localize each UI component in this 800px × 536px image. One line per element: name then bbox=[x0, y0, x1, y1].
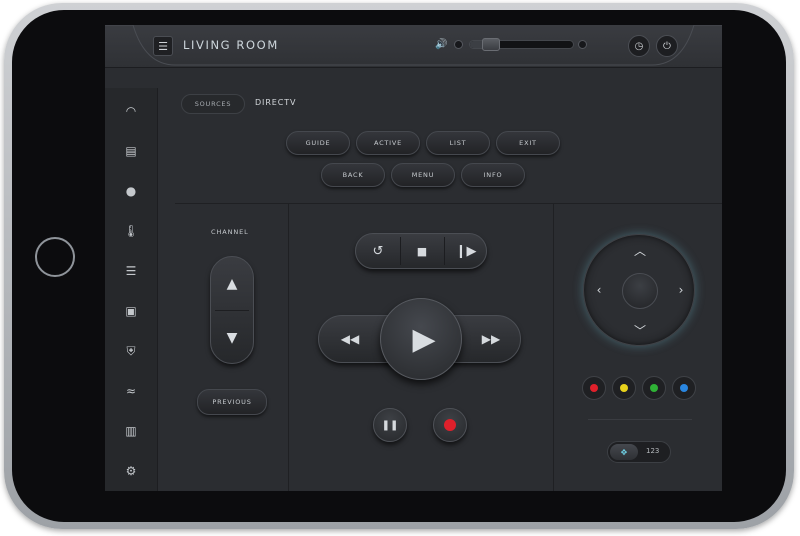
sidebar-item-media[interactable]: ▤ bbox=[105, 136, 157, 166]
chevron-up-icon: ︿ bbox=[633, 243, 646, 258]
app-screen: ☰ LIVING ROOM 🔊 ◷ ⏻ ◠ ▤ ● 🌡 ☰ ▣ ⛨ ≈ ▥ ⚙ SOURCES D… bbox=[105, 25, 722, 491]
replay-button[interactable]: ↺ bbox=[356, 234, 400, 268]
pause-button[interactable]: ❚❚ bbox=[373, 408, 407, 442]
stop-icon: ■ bbox=[416, 244, 428, 258]
media-icon: ▤ bbox=[125, 144, 137, 158]
info-button[interactable]: INFO bbox=[461, 163, 525, 187]
channel-down-button[interactable]: ▼ bbox=[211, 311, 253, 364]
security-shield-icon: ⛨ bbox=[126, 343, 136, 358]
page-title: LIVING ROOM bbox=[183, 38, 279, 52]
channel-up-button[interactable]: ▲ bbox=[211, 257, 253, 310]
chevron-right-icon: › bbox=[678, 283, 684, 297]
record-icon bbox=[444, 419, 456, 431]
dpad-left-button[interactable]: ‹ bbox=[592, 283, 606, 297]
skip-icon: ❙▶ bbox=[455, 243, 477, 259]
dpad-right-button[interactable]: › bbox=[674, 283, 688, 297]
sidebar-item-light-bulb[interactable]: ● bbox=[105, 176, 157, 206]
sources-button[interactable]: SOURCES bbox=[181, 94, 245, 114]
sidebar-item-garage[interactable]: ▣ bbox=[105, 296, 157, 326]
sidebar-item-security-shield[interactable]: ⛨ bbox=[105, 336, 157, 366]
dpad-up-button[interactable]: ︿ bbox=[633, 243, 647, 258]
red-button[interactable] bbox=[582, 376, 606, 400]
map-icon: ▥ bbox=[125, 424, 137, 438]
previous-channel-button[interactable]: PREVIOUS bbox=[197, 389, 267, 415]
keypad-mode-label: 123 bbox=[646, 447, 660, 455]
yellow-button[interactable] bbox=[612, 376, 636, 400]
directional-pad: ︿ ﹀ ‹ › bbox=[583, 234, 695, 346]
clock-icon: ◷ bbox=[634, 40, 644, 52]
green-dot-icon bbox=[650, 384, 658, 392]
header-bar: ☰ LIVING ROOM 🔊 ◷ ⏻ bbox=[105, 25, 722, 68]
stop-button[interactable]: ■ bbox=[400, 234, 444, 268]
dpad-mode-icon: ✥ bbox=[620, 447, 628, 457]
dpad-select-button[interactable] bbox=[622, 273, 658, 309]
fast-forward-icon: ▶▶ bbox=[481, 332, 501, 346]
chevron-down-icon: ﹀ bbox=[633, 323, 646, 338]
remote-content: SOURCES DIRECTV GUIDE ACTIVE LIST EXIT B… bbox=[175, 88, 722, 491]
keypad-toggle[interactable]: ✥ 123 bbox=[607, 441, 671, 463]
panel-divider bbox=[553, 204, 554, 491]
pool-icon: ≈ bbox=[125, 384, 137, 398]
sidebar-item-list[interactable]: ☰ bbox=[105, 256, 157, 286]
menu-button[interactable]: ☰ bbox=[153, 36, 173, 56]
volume-down-button[interactable] bbox=[454, 40, 463, 49]
tablet-home-button[interactable] bbox=[35, 237, 75, 277]
skip-forward-button[interactable]: ❙▶ bbox=[444, 234, 488, 268]
channel-rocker: ▲ ▼ bbox=[210, 256, 254, 364]
settings-gear-icon: ⚙ bbox=[125, 464, 137, 478]
guide-button[interactable]: GUIDE bbox=[286, 131, 350, 155]
exit-button[interactable]: EXIT bbox=[496, 131, 560, 155]
blue-dot-icon bbox=[680, 384, 688, 392]
garage-icon: ▣ bbox=[125, 304, 137, 318]
channel-label: CHANNEL bbox=[211, 228, 249, 236]
volume-handle[interactable] bbox=[481, 38, 500, 51]
record-button[interactable] bbox=[433, 408, 467, 442]
sidebar-item-map[interactable]: ▥ bbox=[105, 416, 157, 446]
green-button[interactable] bbox=[642, 376, 666, 400]
pause-icon: ❚❚ bbox=[381, 419, 399, 431]
red-dot-icon bbox=[590, 384, 598, 392]
menu-icon: ☰ bbox=[158, 39, 168, 53]
toggle-knob: ✥ bbox=[610, 444, 638, 460]
light-bulb-icon: ● bbox=[125, 184, 137, 198]
current-source-label: DIRECTV bbox=[255, 98, 297, 107]
sidebar-item-dashboard[interactable]: ◠ bbox=[105, 96, 157, 126]
panel-divider bbox=[588, 419, 692, 420]
playback-control-group: ↺ ■ ❙▶ bbox=[355, 233, 487, 269]
play-button[interactable]: ▶ bbox=[380, 298, 462, 380]
sidebar-item-pool[interactable]: ≈ bbox=[105, 376, 157, 406]
yellow-dot-icon bbox=[620, 384, 628, 392]
menu-nav-button[interactable]: MENU bbox=[391, 163, 455, 187]
list-button[interactable]: LIST bbox=[426, 131, 490, 155]
sidebar-item-thermometer[interactable]: 🌡 bbox=[105, 216, 157, 246]
fast-forward-button[interactable]: ▶▶ bbox=[460, 316, 522, 362]
dashboard-icon: ◠ bbox=[125, 104, 137, 118]
speaker-icon: 🔊 bbox=[435, 39, 448, 50]
volume-slider[interactable] bbox=[469, 38, 574, 51]
replay-icon: ↺ bbox=[372, 243, 384, 259]
rewind-button[interactable]: ◀◀ bbox=[319, 316, 381, 362]
rewind-icon: ◀◀ bbox=[340, 332, 360, 346]
timer-button[interactable]: ◷ bbox=[628, 35, 650, 57]
thermometer-icon: 🌡 bbox=[123, 224, 139, 238]
play-icon: ▶ bbox=[412, 321, 436, 357]
active-button[interactable]: ACTIVE bbox=[356, 131, 420, 155]
back-button[interactable]: BACK bbox=[321, 163, 385, 187]
triangle-down-icon: ▼ bbox=[226, 329, 238, 346]
blue-button[interactable] bbox=[672, 376, 696, 400]
power-button[interactable]: ⏻ bbox=[656, 35, 678, 57]
panel-divider bbox=[175, 203, 722, 204]
chevron-left-icon: ‹ bbox=[596, 283, 602, 297]
dpad-down-button[interactable]: ﹀ bbox=[633, 323, 647, 338]
sidebar: ◠ ▤ ● 🌡 ☰ ▣ ⛨ ≈ ▥ ⚙ bbox=[105, 88, 158, 491]
panel-divider bbox=[288, 204, 289, 491]
triangle-up-icon: ▲ bbox=[226, 275, 238, 292]
volume-up-button[interactable] bbox=[578, 40, 587, 49]
sidebar-item-settings-gear[interactable]: ⚙ bbox=[105, 456, 157, 486]
list-icon: ☰ bbox=[125, 264, 137, 278]
power-icon: ⏻ bbox=[663, 40, 671, 52]
